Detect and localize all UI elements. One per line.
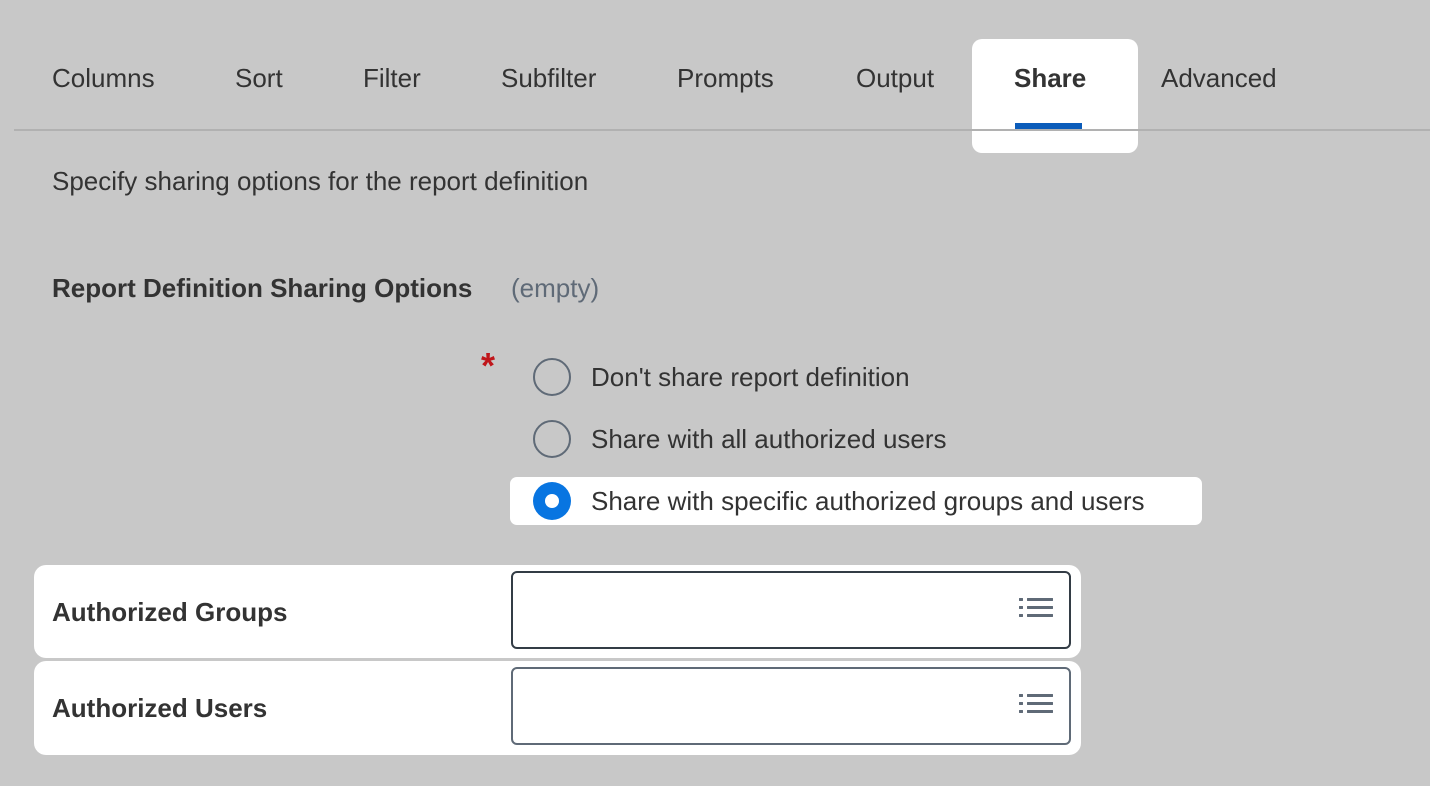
page-description: Specify sharing options for the report d… [52,166,589,196]
tab-columns[interactable]: Columns [52,58,155,98]
sharing-options-value: (empty) [511,273,600,303]
authorized-users-row: Authorized Users [34,661,1081,755]
tabs-divider [14,129,1430,131]
radio-label-dont-share: Don't share report definition [591,362,910,392]
authorized-users-label: Authorized Users [52,693,268,723]
tab-prompts[interactable]: Prompts [677,58,774,98]
radio-button-dont-share[interactable] [533,358,571,396]
tab-advanced[interactable]: Advanced [1161,58,1277,98]
tab-sort[interactable]: Sort [235,58,283,98]
radio-label-share-specific: Share with specific authorized groups an… [591,486,1145,516]
tab-bar: Columns Sort Filter Subfilter Prompts Ou… [0,0,1430,153]
list-icon[interactable] [1019,693,1053,719]
radio-option-share-specific[interactable]: Share with specific authorized groups an… [510,477,1202,525]
tab-output[interactable]: Output [856,58,934,98]
tab-filter[interactable]: Filter [363,58,421,98]
authorized-groups-input[interactable] [511,571,1071,649]
authorized-groups-label: Authorized Groups [52,597,288,627]
tab-share[interactable]: Share [1014,58,1086,98]
radio-option-share-all[interactable]: Share with all authorized users [511,416,991,462]
authorized-users-input[interactable] [511,667,1071,745]
radio-button-share-specific[interactable] [533,482,571,520]
radio-button-share-all[interactable] [533,420,571,458]
tab-subfilter[interactable]: Subfilter [501,58,596,98]
required-indicator: * [481,345,496,386]
list-icon[interactable] [1019,597,1053,623]
sharing-options-label: Report Definition Sharing Options [52,273,473,303]
radio-option-dont-share[interactable]: Don't share report definition [511,354,991,400]
radio-label-share-all: Share with all authorized users [591,424,947,454]
authorized-groups-row: Authorized Groups [34,565,1081,658]
